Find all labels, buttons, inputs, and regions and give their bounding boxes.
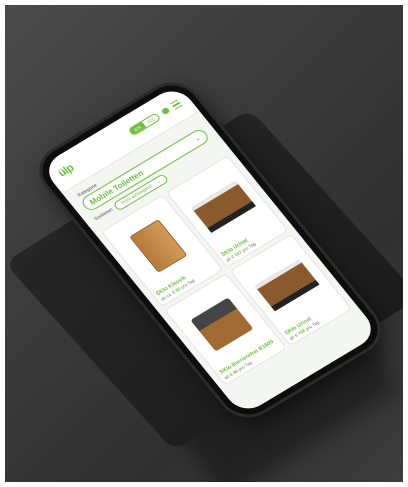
toilet-cabin-image xyxy=(129,219,188,273)
chevron-down-icon: ⌄ xyxy=(154,178,162,185)
menu-icon[interactable] xyxy=(170,99,183,110)
barrier-free-toilet-image xyxy=(190,297,254,352)
toggle-option-b2c[interactable]: B2C xyxy=(142,113,160,127)
chat-icon[interactable] xyxy=(160,106,171,116)
photo-background: ülp B2B B2C Kategorie Mobile Toiletten ⌄ xyxy=(5,5,403,482)
customer-type-toggle[interactable]: B2B B2C xyxy=(126,111,162,137)
chevron-down-icon: ⌄ xyxy=(193,134,203,144)
urinal-unit-image xyxy=(254,259,320,312)
urinal-unit-image xyxy=(190,180,256,233)
brand-logo[interactable]: ülp xyxy=(56,162,76,179)
